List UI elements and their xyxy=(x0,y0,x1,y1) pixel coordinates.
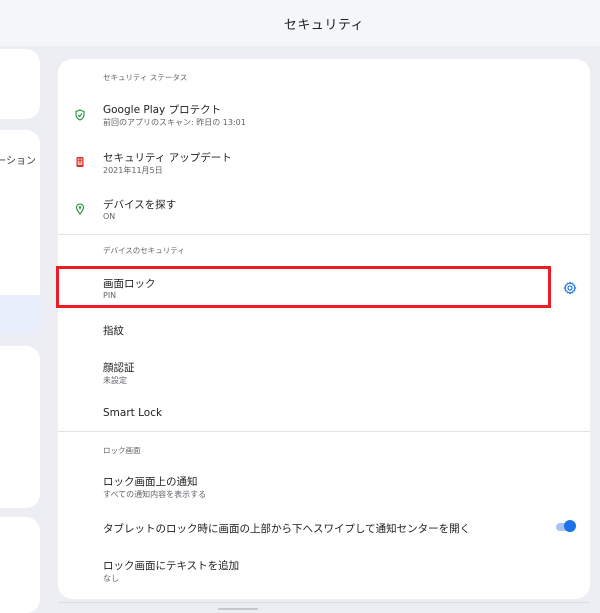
setting-title: 指紋 xyxy=(103,325,124,337)
setting-find-device[interactable]: デバイスを探す ON xyxy=(58,192,590,236)
setting-google-play-protect[interactable]: Google Play プロテクト 前回のアプリのスキャン: 昨日の 13:01 xyxy=(58,97,590,141)
left-pane-header xyxy=(0,0,48,46)
left-pane-card[interactable] xyxy=(0,49,40,119)
left-pane-card[interactable] xyxy=(0,517,40,613)
setting-subtitle: ON xyxy=(103,212,116,221)
section-divider xyxy=(58,234,590,235)
setting-security-update[interactable]: セキュリティ アップデート 2021年11月5日 xyxy=(58,145,590,189)
setting-subtitle: なし xyxy=(103,574,119,583)
setting-title: Smart Lock xyxy=(103,407,163,419)
setting-lock-screen-text[interactable]: ロック画面にテキストを追加 なし xyxy=(58,553,590,597)
setting-title: ロック画面上の通知 xyxy=(103,476,198,488)
setting-lock-screen-notifications[interactable]: ロック画面上の通知 すべての通知内容を表示する xyxy=(58,469,590,513)
left-pane-selected-item[interactable] xyxy=(0,295,40,335)
highlight-box xyxy=(56,266,551,308)
location-pin-icon xyxy=(75,203,85,215)
setting-subtitle: すべての通知内容を表示する xyxy=(103,490,207,499)
navigation-handle[interactable] xyxy=(218,608,258,610)
page-title: セキュリティ xyxy=(283,17,365,33)
setting-title: セキュリティ アップデート xyxy=(103,152,232,164)
section-divider xyxy=(58,431,590,432)
phone-update-icon xyxy=(76,157,84,167)
setting-subtitle: 前回のアプリのスキャン: 昨日の 13:01 xyxy=(103,118,246,127)
left-pane-item-label: ーション xyxy=(0,156,36,167)
setting-subtitle: 2021年11月5日 xyxy=(103,166,163,175)
section-header-device: デバイスのセキュリティ xyxy=(103,246,185,255)
section-header-status: セキュリティ ステータス xyxy=(103,73,188,82)
shield-check-icon xyxy=(75,109,85,121)
setting-title: 顔認証 xyxy=(103,362,135,374)
setting-fingerprint[interactable]: 指紋 xyxy=(58,317,590,355)
setting-title: ロック画面にテキストを追加 xyxy=(103,560,240,572)
setting-title: タブレットのロック時に画面の上部から下へスワイプして通知センターを開く xyxy=(103,523,471,535)
left-pane-card[interactable] xyxy=(0,346,40,508)
setting-swipe-down-notifications[interactable]: タブレットのロック時に画面の上部から下へスワイプして通知センターを開く xyxy=(58,515,590,553)
gear-icon[interactable] xyxy=(563,281,577,295)
settings-list: セキュリティ ステータス Google Play プロテクト 前回のアプリのスキ… xyxy=(58,59,590,599)
swipe-down-toggle[interactable] xyxy=(556,520,576,534)
left-pane-card[interactable]: ーション xyxy=(0,130,40,335)
setting-title: Google Play プロテクト xyxy=(103,104,222,116)
setting-subtitle: 未設定 xyxy=(103,376,127,385)
setting-title: デバイスを探す xyxy=(103,199,177,211)
section-header-lock-screen: ロック画面 xyxy=(103,446,141,455)
list-bottom-edge xyxy=(58,602,590,603)
setting-face-unlock[interactable]: 顔認証 未設定 xyxy=(58,355,590,399)
app-bar: セキュリティ xyxy=(48,0,600,46)
setting-smart-lock[interactable]: Smart Lock xyxy=(58,401,590,439)
toggle-thumb xyxy=(564,520,576,532)
